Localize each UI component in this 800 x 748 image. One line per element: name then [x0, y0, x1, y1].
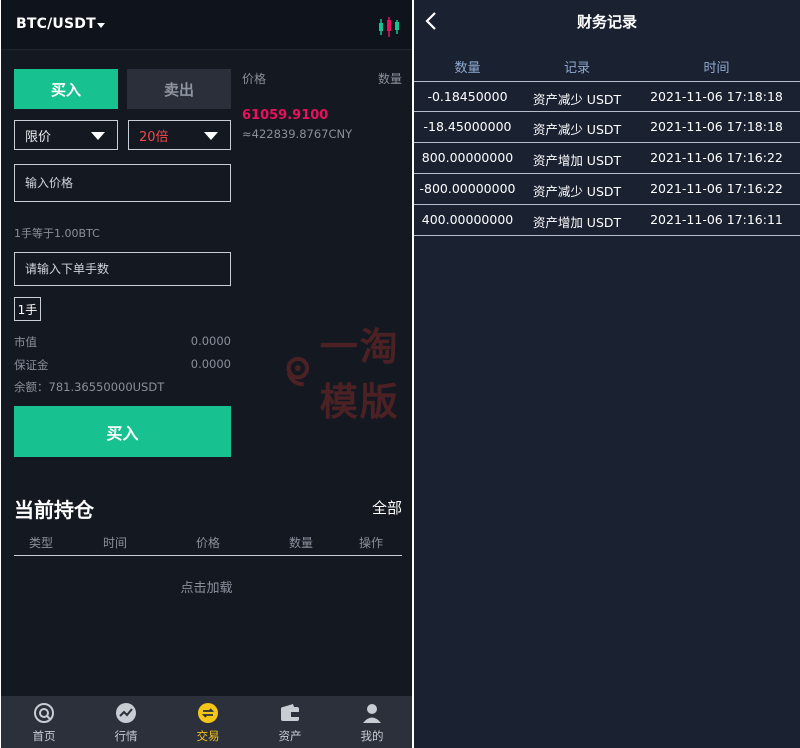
market-value: 0.0000 — [190, 334, 231, 348]
margin-label: 保证金 — [14, 358, 49, 372]
lots-input[interactable] — [14, 252, 231, 286]
records-header: 财务记录 — [414, 0, 800, 44]
col-qty: 数量 — [289, 536, 314, 550]
order-type-select[interactable]: 限价 — [14, 120, 118, 150]
watermark-logo-icon — [286, 356, 310, 387]
market-value-label: 市值 — [14, 335, 37, 349]
caret-down-icon — [91, 132, 105, 140]
market-icon — [116, 703, 136, 723]
record-cell: 资产减少 USDT — [532, 122, 622, 137]
caret-down-icon — [204, 132, 218, 140]
bottom-nav: 首页 行情 交易 资产 我的 — [1, 696, 412, 748]
pair-selector[interactable]: BTC/USDT — [16, 16, 96, 32]
wallet-icon — [281, 704, 299, 721]
orderbook-price-header: 价格 — [242, 72, 267, 86]
home-icon — [34, 703, 54, 723]
trade-screen: BTC/USDT 买入 卖出 限价 20倍 1手等于1.00BTC 1手 市值 … — [1, 0, 412, 748]
time-cell: 2021-11-06 17:16:11 — [650, 212, 783, 227]
caret-down-icon[interactable] — [97, 23, 105, 28]
record-cell: 资产减少 USDT — [532, 92, 622, 107]
table-row: -18.45000000 资产减少 USDT 2021-11-06 17:18:… — [414, 112, 800, 143]
time-cell: 2021-11-06 17:18:18 — [650, 89, 783, 104]
positions-header: 类型 时间 价格 数量 操作 — [14, 532, 402, 556]
amount-cell: -0.18450000 — [427, 89, 508, 104]
nav-market[interactable]: 行情 — [85, 696, 167, 748]
trade-icon — [198, 703, 218, 723]
nav-market-label: 行情 — [114, 729, 138, 743]
col-amount: 数量 — [454, 61, 481, 76]
table-row: 800.00000000 资产增加 USDT 2021-11-06 17:16:… — [414, 143, 800, 174]
col-price: 价格 — [196, 536, 221, 550]
watermark: 一淘模版 — [284, 325, 412, 424]
nav-home[interactable]: 首页 — [3, 696, 85, 748]
records-table-header: 数量 记录 时间 — [414, 55, 800, 79]
trade-header: BTC/USDT — [1, 0, 412, 50]
last-price: 61059.9100 — [242, 108, 329, 123]
buy-submit-button[interactable]: 买入 — [14, 406, 231, 457]
nav-mine[interactable]: 我的 — [331, 696, 412, 748]
cny-price: ≈422839.8767CNY — [242, 127, 353, 141]
amount-cell: -18.45000000 — [423, 119, 512, 134]
positions-all-link[interactable]: 全部 — [372, 497, 402, 518]
lot-chip[interactable]: 1手 — [14, 297, 41, 321]
leverage-select[interactable]: 20倍 — [128, 120, 231, 150]
price-input[interactable] — [14, 164, 231, 202]
col-time: 时间 — [703, 61, 730, 76]
col-action: 操作 — [359, 536, 384, 550]
records-list: -0.18450000 资产减少 USDT 2021-11-06 17:18:1… — [414, 81, 800, 236]
nav-mine-label: 我的 — [360, 729, 384, 743]
time-cell: 2021-11-06 17:16:22 — [650, 181, 783, 196]
table-row: -800.00000000 资产减少 USDT 2021-11-06 17:16… — [414, 174, 800, 205]
tab-sell[interactable]: 卖出 — [127, 69, 231, 109]
amount-cell: 800.00000000 — [421, 150, 514, 165]
positions-title: 当前持仓 — [14, 498, 94, 522]
col-record: 记录 — [563, 61, 590, 76]
nav-assets-label: 资产 — [278, 729, 302, 743]
col-type: 类型 — [29, 536, 54, 550]
finance-records-screen: 财务记录 数量 记录 时间 -0.18450000 资产减少 USDT 2021… — [414, 0, 800, 748]
watermark-text: 一淘模版 — [319, 325, 400, 424]
nav-trade-label: 交易 — [196, 729, 220, 743]
lot-note: 1手等于1.00BTC — [14, 227, 100, 240]
record-cell: 资产减少 USDT — [532, 184, 622, 199]
margin-value: 0.0000 — [190, 357, 231, 371]
nav-home-label: 首页 — [32, 729, 56, 743]
table-row: -0.18450000 资产减少 USDT 2021-11-06 17:18:1… — [414, 81, 800, 112]
page-title: 财务记录 — [576, 13, 637, 31]
record-cell: 资产增加 USDT — [532, 153, 622, 168]
record-cell: 资产增加 USDT — [532, 215, 622, 230]
candlestick-icon[interactable] — [377, 16, 401, 38]
leverage-value: 20倍 — [139, 129, 169, 145]
user-icon — [363, 704, 381, 723]
col-time: 时间 — [103, 536, 128, 550]
balance-text: 余额：781.36550000USDT — [14, 380, 165, 394]
load-more-link[interactable]: 点击加载 — [1, 577, 412, 596]
amount-cell: 400.00000000 — [421, 212, 514, 227]
amount-cell: -800.00000000 — [419, 181, 516, 196]
table-row: 400.00000000 资产增加 USDT 2021-11-06 17:16:… — [414, 205, 800, 236]
orderbook-qty-header: 数量 — [377, 72, 402, 86]
nav-trade[interactable]: 交易 — [167, 696, 249, 748]
time-cell: 2021-11-06 17:16:22 — [650, 150, 783, 165]
time-cell: 2021-11-06 17:18:18 — [650, 119, 783, 134]
nav-assets[interactable]: 资产 — [249, 696, 331, 748]
order-type-value: 限价 — [25, 129, 52, 145]
tab-buy[interactable]: 买入 — [14, 69, 118, 109]
